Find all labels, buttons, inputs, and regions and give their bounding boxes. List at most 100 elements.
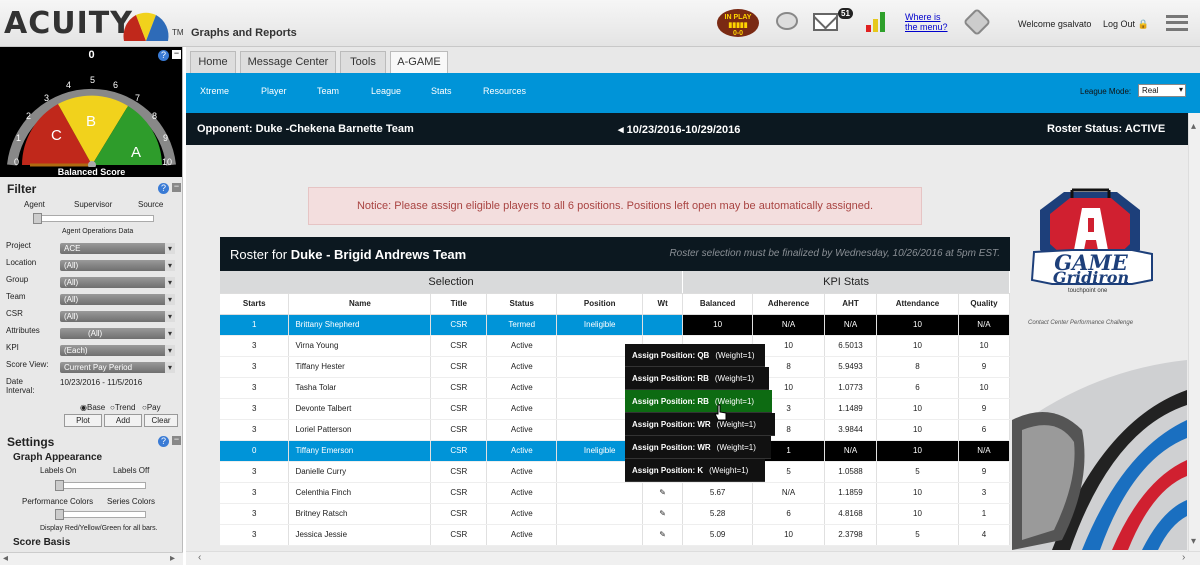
settings-help-icon[interactable]: ? xyxy=(158,436,169,447)
table-row[interactable]: 3 Devonte Talbert CSR Active 3 1.1489 10 9 xyxy=(220,398,1011,420)
tab-a-game[interactable]: A-GAME xyxy=(390,51,448,73)
chat-icon[interactable] xyxy=(776,12,798,30)
col-title[interactable]: Title xyxy=(430,293,488,315)
subnav-stats[interactable]: Stats xyxy=(431,86,452,96)
assign-position-rb[interactable]: Assign Position: RB (Weight=1) xyxy=(625,367,769,390)
col-starts[interactable]: Starts xyxy=(220,293,290,315)
assign-position-rb-2[interactable]: Assign Position: RB (Weight=1) xyxy=(625,390,772,413)
cell-position[interactable]: Ineligible xyxy=(556,314,644,336)
table-row[interactable]: 1 Brittany Shepherd CSR Termed Ineligible 10 N… xyxy=(220,314,1011,336)
tab-tools[interactable]: Tools xyxy=(340,51,386,73)
subnav-team[interactable]: Team xyxy=(317,86,339,96)
col-name[interactable]: Name xyxy=(288,293,432,315)
cell-wt[interactable] xyxy=(642,314,684,336)
cell-name: Danielle Curry xyxy=(288,461,432,483)
vertical-scrollbar[interactable]: ▴ ▾ xyxy=(1188,113,1200,551)
add-button[interactable]: Add xyxy=(104,414,142,427)
score-view-select[interactable]: Current Pay Period xyxy=(60,362,175,373)
table-row[interactable]: 3 Loriel Patterson CSR Active 8 3.9844 10 6 xyxy=(220,419,1011,441)
help-icon[interactable]: ? xyxy=(158,50,169,61)
radio-pay[interactable]: ○Pay xyxy=(142,403,161,412)
col-position[interactable]: Position xyxy=(556,293,644,315)
col-balanced[interactable]: Balanced xyxy=(682,293,754,315)
col-adherence[interactable]: Adherence xyxy=(752,293,826,315)
labels-slider-knob[interactable] xyxy=(55,480,64,491)
collapse-icon[interactable]: − xyxy=(172,49,181,59)
kpi-select[interactable]: (Each) xyxy=(60,345,175,356)
in-play-football-icon[interactable]: IN PLAY ▮▮▮▮▮ 0-0 xyxy=(717,9,759,37)
table-row[interactable]: 0 Tiffany Emerson CSR Active Ineligible 1 N/A 1… xyxy=(220,440,1011,462)
table-row[interactable]: 3 Tasha Tolar CSR Active 10 1.0773 6 10 xyxy=(220,377,1011,399)
assign-position-k[interactable]: Assign Position: K (Weight=1) xyxy=(625,459,765,482)
team-select[interactable]: (All) xyxy=(60,294,175,305)
filter-help-icon[interactable]: ? xyxy=(158,183,169,194)
col-quality[interactable]: Quality xyxy=(958,293,1011,315)
radio-base-icon[interactable]: ◉ xyxy=(80,403,87,412)
radio-trend[interactable]: ○Trend xyxy=(110,403,135,412)
assign-position-k-label: Assign Position: K xyxy=(632,466,704,475)
sidebar-horizontal-scrollbar[interactable]: ◂ ▸ xyxy=(0,552,183,565)
csr-select[interactable]: (All) xyxy=(60,311,175,322)
scroll-left-icon[interactable]: ◂ xyxy=(3,553,8,564)
group-select[interactable]: (All) xyxy=(60,277,175,288)
tab-home[interactable]: Home xyxy=(190,51,236,73)
hamburger-menu-icon[interactable] xyxy=(1166,15,1188,31)
location-select[interactable]: (All) xyxy=(60,260,175,271)
col-attendance[interactable]: Attendance xyxy=(876,293,959,315)
colors-slider-knob[interactable] xyxy=(55,509,64,520)
subnav-player[interactable]: Player xyxy=(261,86,287,96)
radio-base[interactable]: ◉Base xyxy=(80,403,105,412)
col-wt[interactable]: Wt xyxy=(642,293,684,315)
subnav-xtreme[interactable]: Xtreme xyxy=(200,86,229,96)
gauge-value: 0 xyxy=(88,49,95,61)
mail-icon[interactable] xyxy=(813,13,838,31)
data-source-slider[interactable] xyxy=(34,215,154,222)
hscroll-left-icon[interactable]: ‹ xyxy=(198,552,201,563)
col-aht[interactable]: AHT xyxy=(824,293,877,315)
cell-wt[interactable]: ✎ xyxy=(642,524,684,546)
table-row[interactable]: 3 Jessica Jessie CSR Active ✎ 5.09 10 2.3798 5 4 xyxy=(220,524,1011,546)
scroll-up-icon[interactable]: ▴ xyxy=(1191,121,1196,132)
plot-button[interactable]: Plot xyxy=(64,414,102,427)
labels-slider[interactable] xyxy=(56,482,146,489)
col-status[interactable]: Status xyxy=(486,293,558,315)
table-row[interactable]: 3 Danielle Curry CSR Active 5 1.0588 5 9 xyxy=(220,461,1011,483)
where-is-menu-link[interactable]: Where is the menu? xyxy=(905,12,950,32)
gauge-tick-8: 8 xyxy=(152,111,157,121)
scroll-right-icon[interactable]: ▸ xyxy=(170,553,175,564)
logout-label[interactable]: Log Out xyxy=(1103,19,1135,29)
project-select[interactable]: ACE xyxy=(60,243,175,254)
cell-wt[interactable]: ✎ xyxy=(642,482,684,504)
table-row[interactable]: 3 Celenthia Finch CSR Active ✎ 5.67 N/A 1.1859 1… xyxy=(220,482,1011,504)
table-row[interactable]: 3 Virna Young CSR Active 10 6.5013 10 10 xyxy=(220,335,1011,357)
settings-cube-icon[interactable] xyxy=(962,7,992,37)
attributes-select[interactable]: (All) xyxy=(60,328,175,339)
table-row[interactable]: 3 Tiffany Hester CSR Active 8 5.9493 8 9 xyxy=(220,356,1011,378)
performance-bars-icon[interactable] xyxy=(866,12,886,32)
subnav-resources[interactable]: Resources xyxy=(483,86,526,96)
assign-position-wr-2[interactable]: Assign Position: WR (Weight=1) xyxy=(625,436,771,459)
clear-button[interactable]: Clear xyxy=(144,414,178,427)
logout-link[interactable]: Log Out 🔒 xyxy=(1103,19,1149,30)
scroll-down-icon[interactable]: ▾ xyxy=(1191,536,1196,547)
cell-wt[interactable]: ✎ xyxy=(642,503,684,525)
assign-position-wr[interactable]: Assign Position: WR (Weight=1) xyxy=(625,413,775,436)
slider-caption: Agent Operations Data xyxy=(62,228,134,235)
league-mode-select[interactable]: Real xyxy=(1138,84,1186,97)
cell-position[interactable] xyxy=(556,524,644,546)
tab-message-center[interactable]: Message Center xyxy=(240,51,336,73)
filter-collapse-icon[interactable]: − xyxy=(172,182,181,192)
assign-position-wr-2-label: Assign Position: WR xyxy=(632,443,711,452)
cell-position[interactable] xyxy=(556,482,644,504)
cell-aht: 1.1859 xyxy=(824,482,877,504)
cell-position[interactable] xyxy=(556,503,644,525)
week-selector[interactable]: ◂ 10/23/2016-10/29/2016 xyxy=(618,123,740,136)
table-row[interactable]: 3 Britney Ratsch CSR Active ✎ 5.28 6 4.8168 10 1 xyxy=(220,503,1011,525)
settings-collapse-icon[interactable]: − xyxy=(172,435,181,445)
assign-position-qb[interactable]: Assign Position: QB (Weight=1) xyxy=(625,344,765,367)
data-source-slider-knob[interactable] xyxy=(33,213,42,224)
horizontal-scrollbar[interactable]: ‹ › xyxy=(186,551,1200,565)
hscroll-right-icon[interactable]: › xyxy=(1182,552,1185,563)
subnav-league[interactable]: League xyxy=(371,86,401,96)
colors-slider[interactable] xyxy=(56,511,146,518)
